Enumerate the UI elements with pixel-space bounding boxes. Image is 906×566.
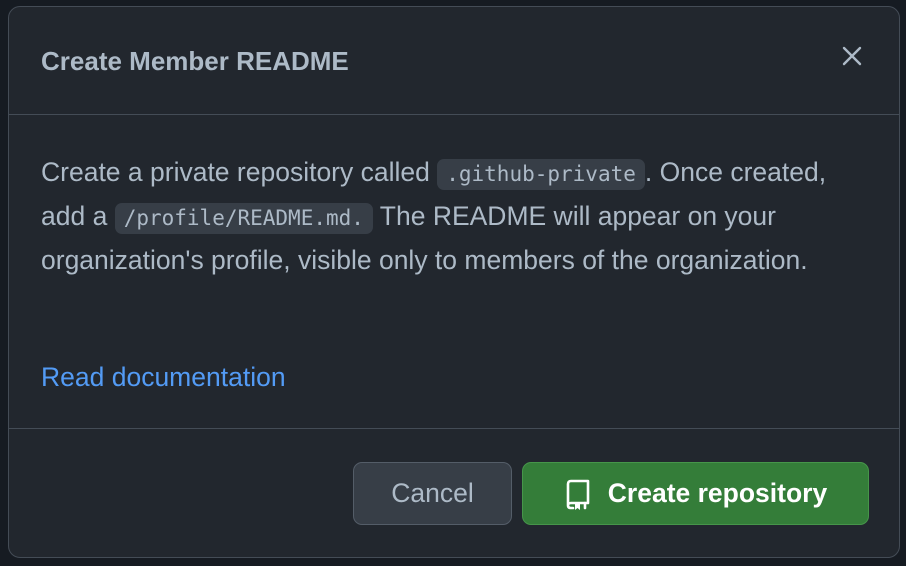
dialog-body: Create a private repository called .gith…: [9, 115, 899, 429]
create-repository-button[interactable]: Create repository: [522, 462, 869, 525]
dialog-description: Create a private repository called .gith…: [41, 151, 871, 281]
dialog-footer: Cancel Create repository: [9, 429, 899, 557]
repo-name-code: .github-private: [437, 159, 645, 190]
read-documentation-link[interactable]: Read documentation: [41, 362, 286, 392]
close-button[interactable]: [835, 39, 869, 73]
description-text-1: Create a private repository called: [41, 157, 438, 187]
dialog-header: Create Member README: [9, 7, 899, 115]
readme-path-code: /profile/README.md.: [114, 203, 373, 234]
cancel-button[interactable]: Cancel: [353, 462, 512, 525]
dialog-title: Create Member README: [41, 46, 349, 76]
create-repository-button-label: Create repository: [607, 478, 828, 508]
x-icon: [842, 46, 862, 66]
create-member-readme-dialog: Create Member README Create a private re…: [8, 6, 900, 558]
repo-icon: [564, 478, 592, 510]
cancel-button-label: Cancel: [391, 478, 474, 508]
